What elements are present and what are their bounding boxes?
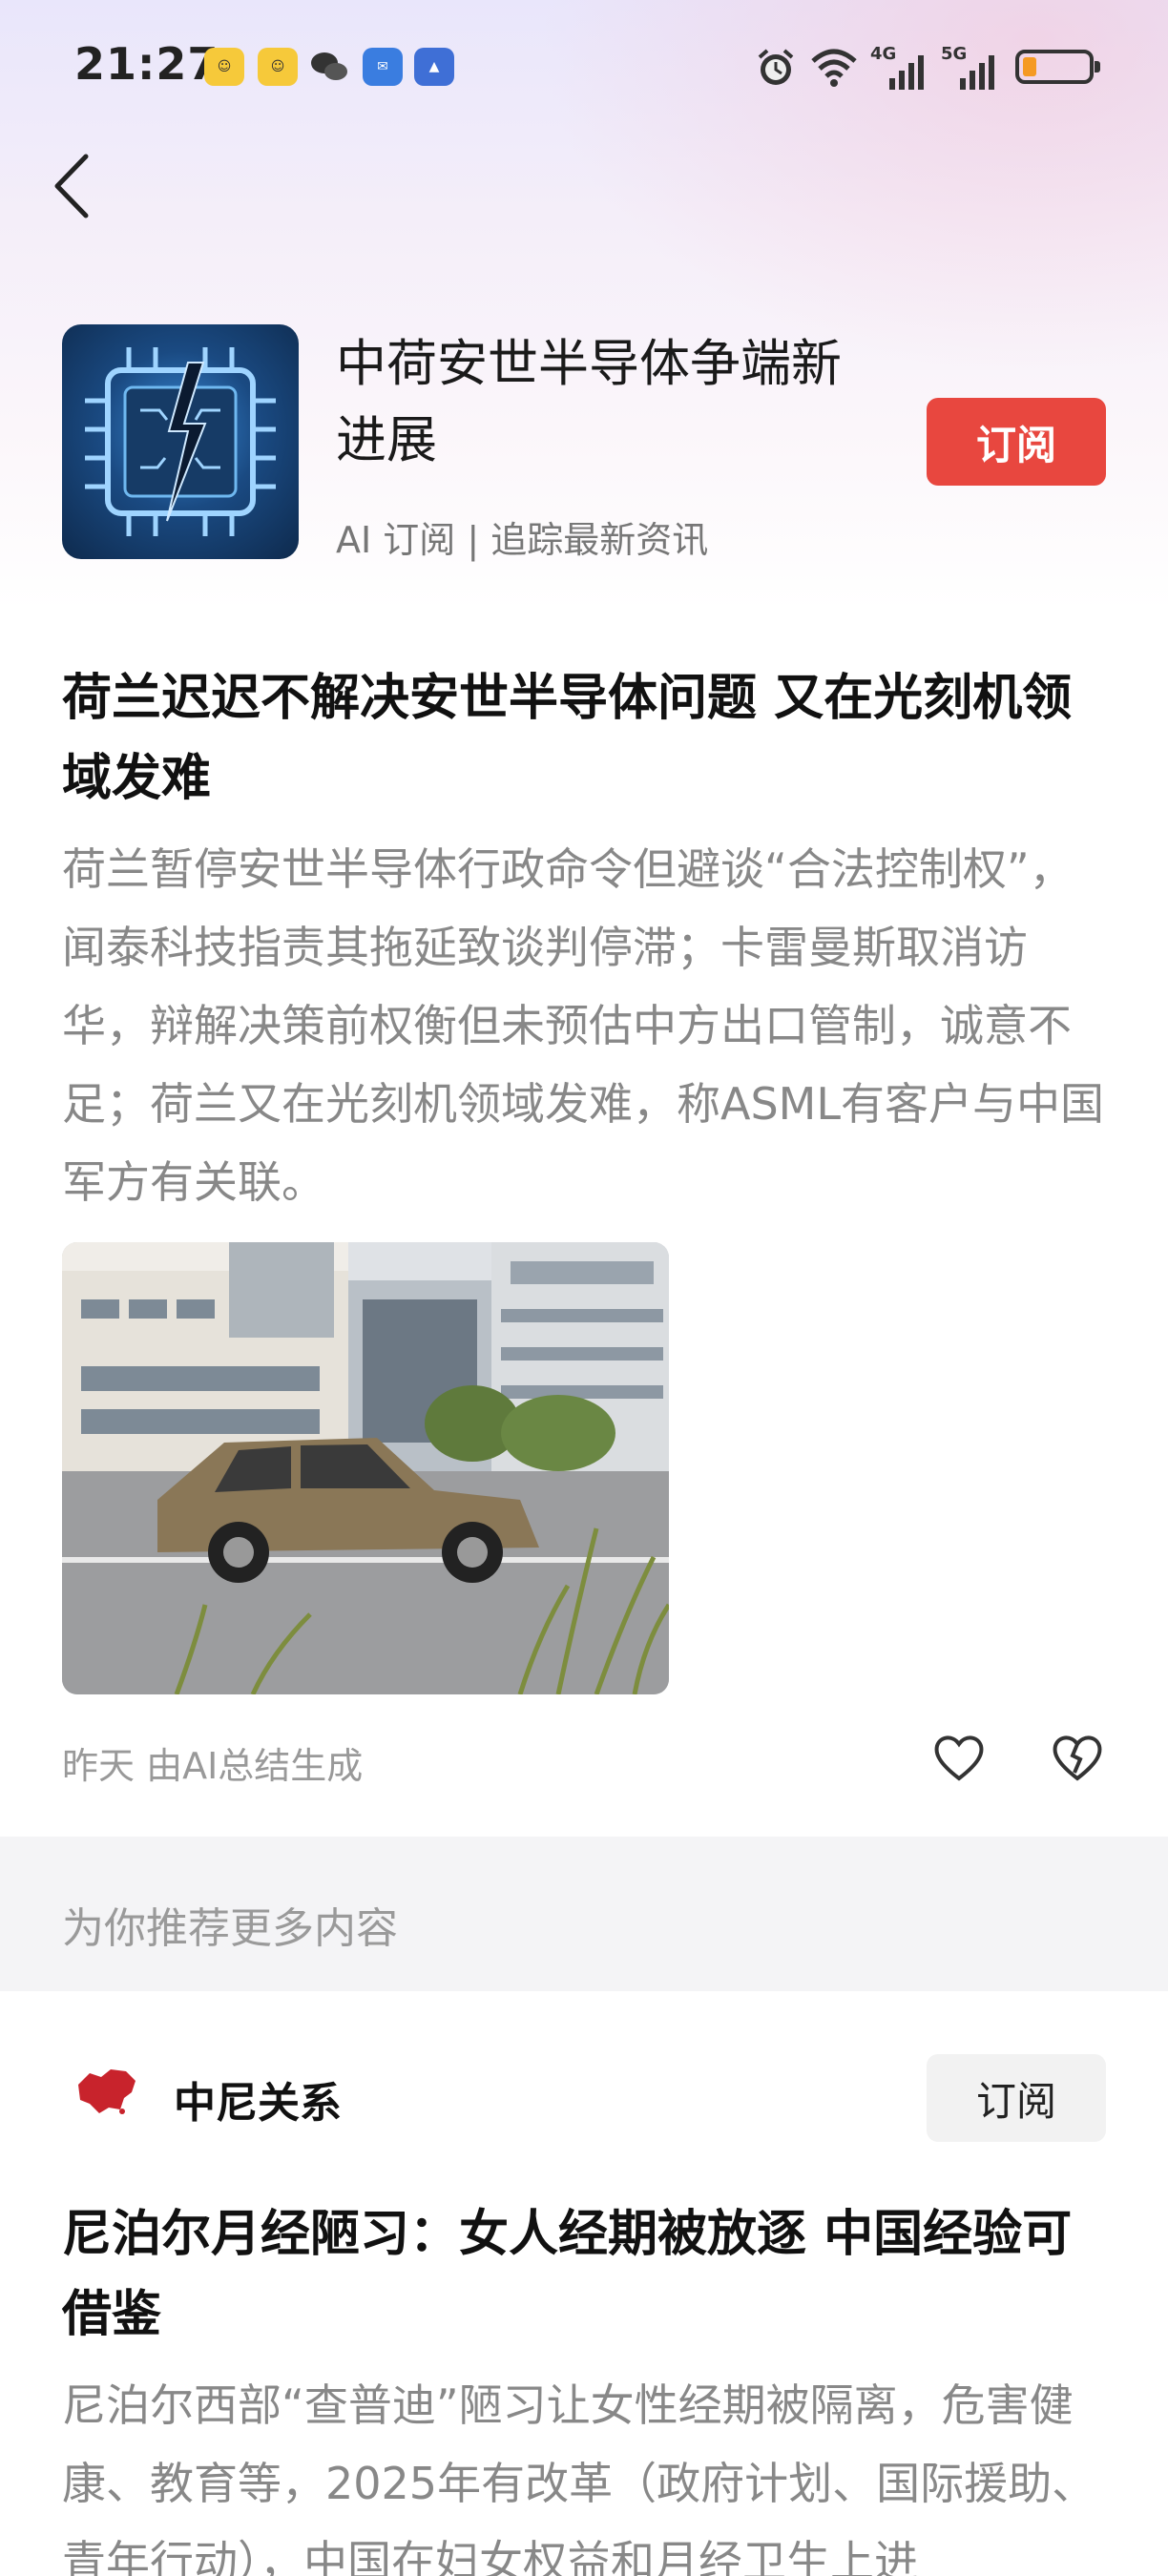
broken-heart-icon xyxy=(1053,1735,1102,1781)
subscribe-button[interactable]: 订阅 xyxy=(927,398,1106,486)
topic-logo xyxy=(62,324,299,559)
mail-app-icon: ✉ xyxy=(363,48,403,86)
article-title[interactable]: 荷兰迟迟不解决安世半导体问题 又在光刻机领域发难 xyxy=(62,658,1112,819)
chevron-left-icon xyxy=(54,154,89,218)
news-app-icon: ▲ xyxy=(414,48,454,86)
app-notification-icon: ☺ xyxy=(258,48,298,86)
topic-subtitle: AI 订阅 | 追踪最新资讯 xyxy=(336,519,709,561)
wechat-icon xyxy=(309,48,349,86)
article-meta: 昨天 由AI总结生成 xyxy=(62,1745,364,1787)
like-button[interactable] xyxy=(929,1729,989,1786)
article-image[interactable] xyxy=(62,1242,669,1694)
signal-4g-icon: 4G xyxy=(870,44,929,90)
subscribe-button-secondary[interactable]: 订阅 xyxy=(927,2054,1106,2142)
wifi-icon xyxy=(811,49,857,87)
article2-summary[interactable]: 尼泊尔西部“查普迪”陋习让女性经期被隔离，危害健康、教育等，2025年有改革（政… xyxy=(62,2366,1112,2576)
article2-title[interactable]: 尼泊尔月经陋习：女人经期被放逐 中国经验可借鉴 xyxy=(62,2194,1112,2355)
back-button[interactable] xyxy=(46,143,103,229)
china-map-icon xyxy=(73,2064,141,2117)
topic2-name[interactable]: 中尼关系 xyxy=(174,2068,342,2129)
chip-icon xyxy=(85,347,276,536)
dislike-button[interactable] xyxy=(1048,1729,1107,1786)
battery-level xyxy=(1023,57,1036,76)
status-bar: 21:27 ☺ ☺ ✉ ▲ 4G 5G xyxy=(0,0,1168,134)
status-time: 21:27 xyxy=(74,38,219,90)
topic-title: 中荷安世半导体争端新进展 xyxy=(336,335,842,469)
article-summary[interactable]: 荷兰暂停安世半导体行政命令但避谈“合法控制权”，闻泰科技指责其拖延致谈判停滞；卡… xyxy=(62,830,1112,1221)
recommend-label: 为你推荐更多内容 xyxy=(62,1904,398,1953)
heart-icon xyxy=(934,1735,984,1781)
alarm-icon xyxy=(758,49,794,85)
signal-5g-icon: 5G xyxy=(941,44,1000,90)
battery-icon xyxy=(1015,50,1100,84)
app-notification-icon: ☺ xyxy=(204,48,244,86)
